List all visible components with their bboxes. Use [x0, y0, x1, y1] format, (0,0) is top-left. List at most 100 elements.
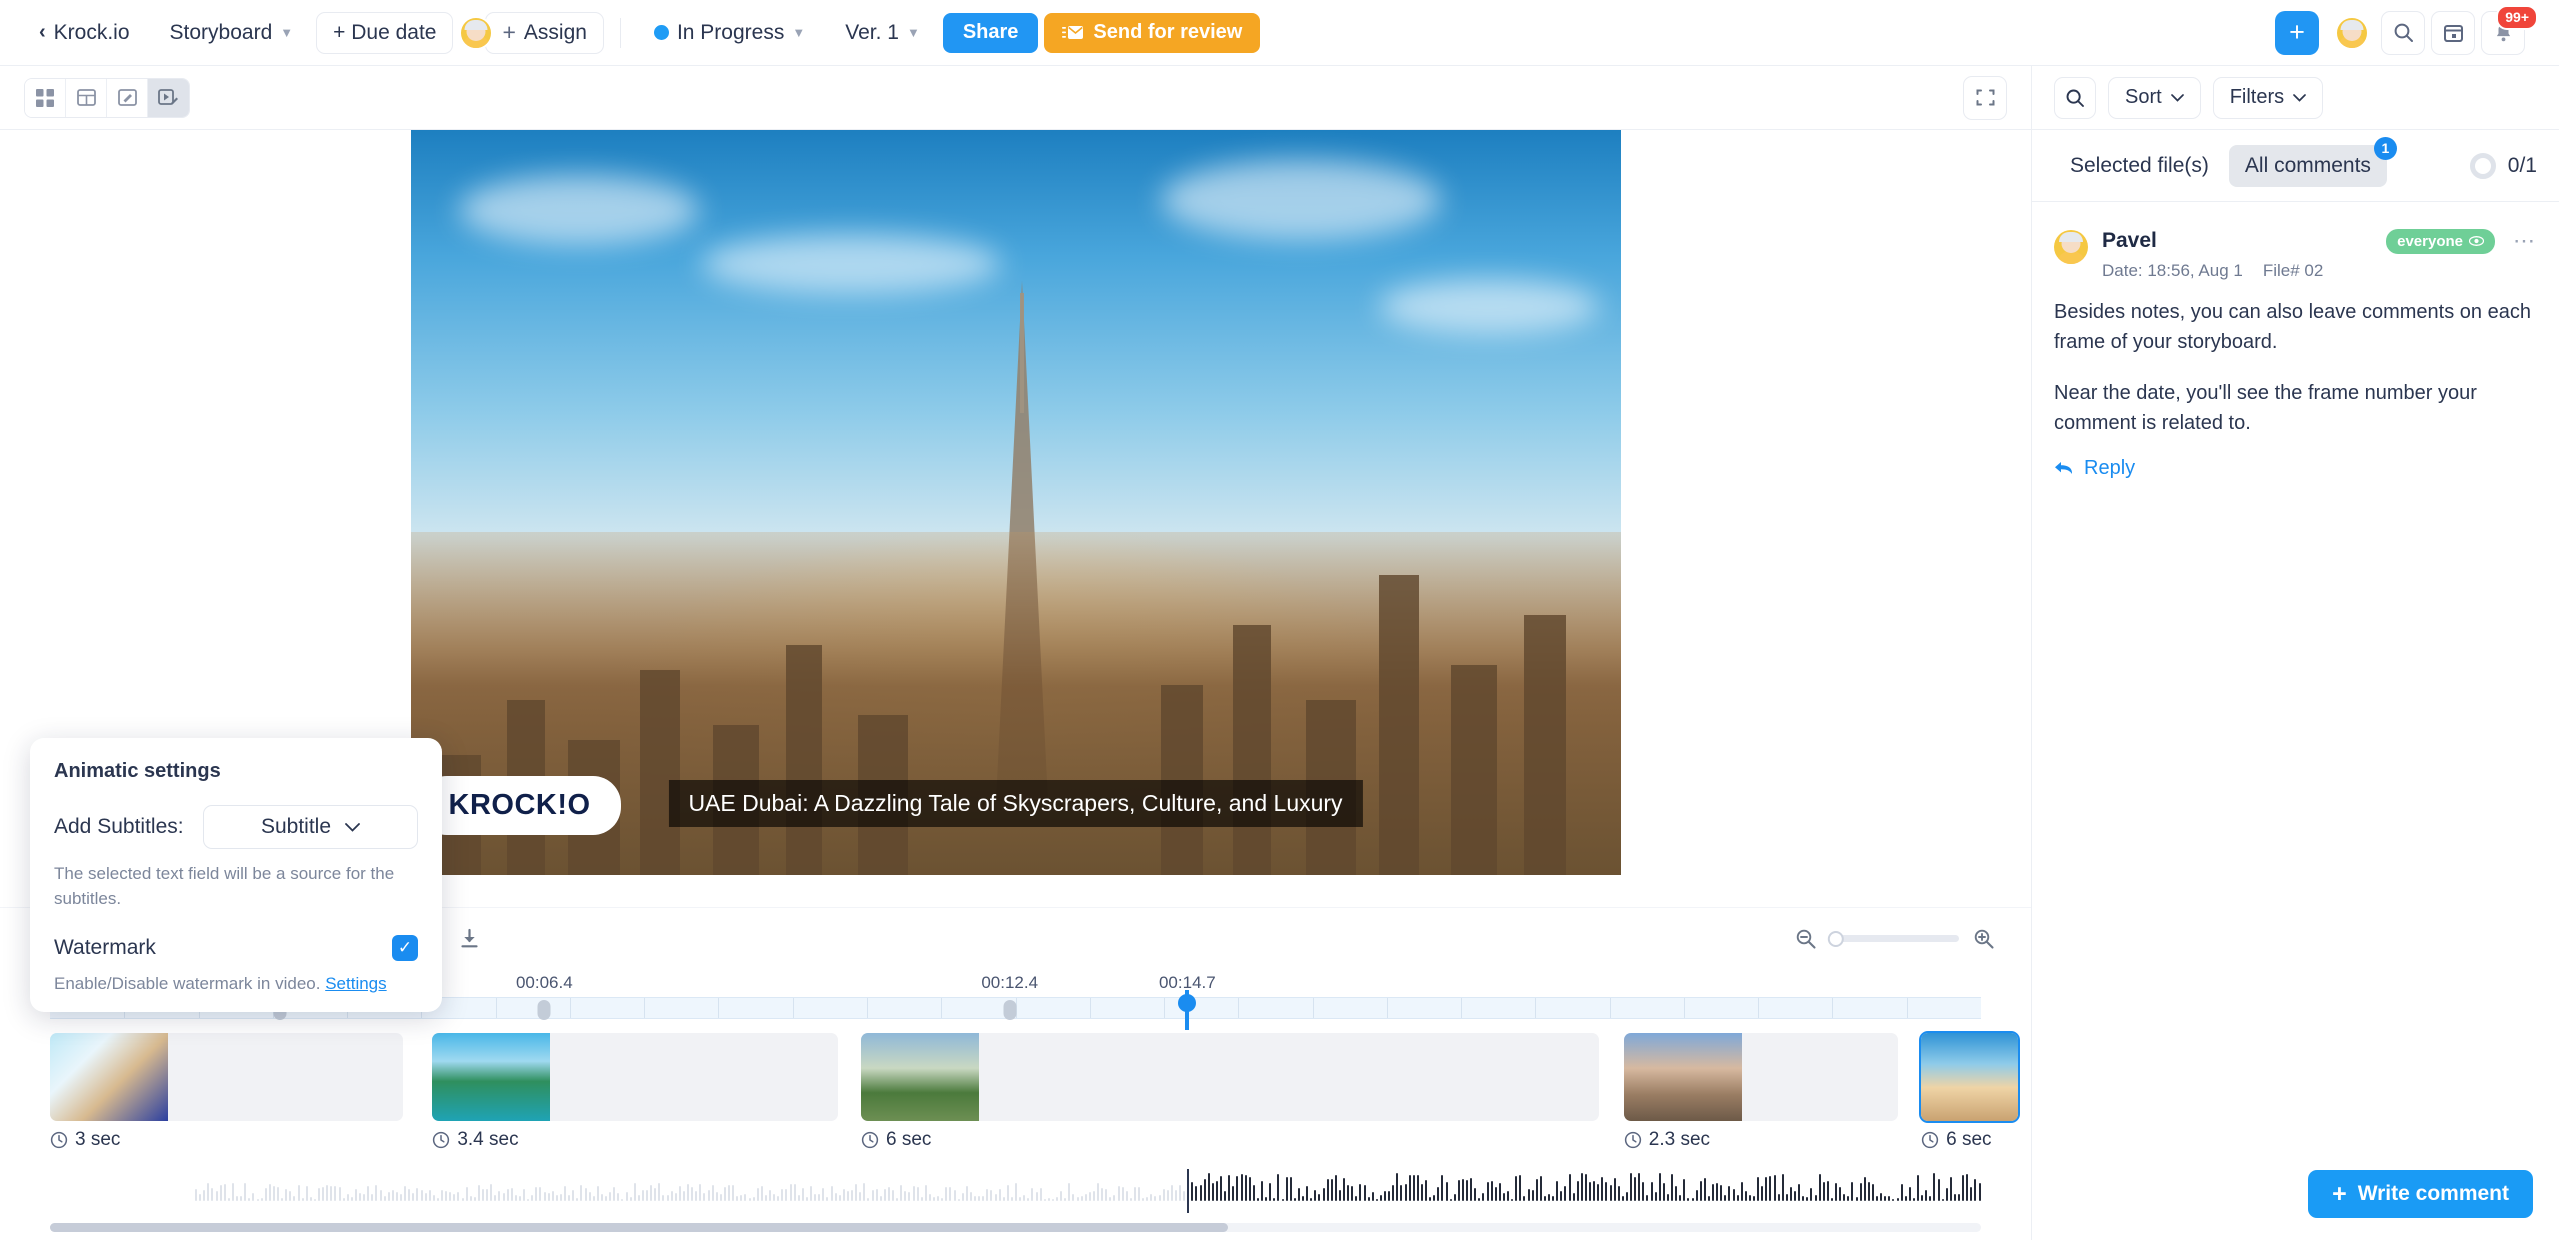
waveform-bar: [969, 1191, 972, 1201]
comment-more-menu[interactable]: ⋯: [2513, 228, 2537, 254]
version-selector[interactable]: Ver. 1 ▼: [828, 11, 937, 54]
timeline-marker[interactable]: [1003, 1000, 1017, 1020]
waveform-bar: [1748, 1195, 1751, 1201]
waveform-bar: [211, 1188, 214, 1201]
timeline-frame[interactable]: [50, 1033, 404, 1121]
waveform-playhead[interactable]: [1187, 1169, 1190, 1213]
ruler-tick: [1906, 998, 1908, 1018]
user-avatar[interactable]: [2335, 15, 2369, 50]
waveform-bar: [1121, 1187, 1124, 1201]
calendar-button[interactable]: [2431, 10, 2475, 55]
timeline-zoom-knob[interactable]: [1827, 930, 1844, 947]
waveform-bar: [1129, 1197, 1132, 1201]
timeline-scrollbar[interactable]: [50, 1223, 1981, 1232]
timeline-frame[interactable]: [861, 1033, 1599, 1121]
timeline-zoom-controls: [1795, 928, 1995, 950]
waveform-bar: [207, 1183, 210, 1201]
timeline-marker[interactable]: [537, 1000, 551, 1020]
waveform-bar: [1466, 1180, 1468, 1201]
comment-reply-button[interactable]: Reply: [2054, 457, 2135, 480]
assignee-avatar[interactable]: [459, 15, 494, 50]
tab-selected-files[interactable]: Selected file(s): [2054, 145, 2225, 187]
comment-visibility-badge[interactable]: everyone: [2386, 228, 2495, 254]
view-edit-button[interactable]: [107, 78, 148, 117]
sort-button[interactable]: Sort: [2108, 76, 2201, 119]
waveform-bar: [596, 1185, 599, 1201]
waveform-bar: [609, 1191, 612, 1201]
waveform-bar: [1224, 1190, 1227, 1201]
due-date-button[interactable]: + Due date: [316, 11, 454, 54]
chevron-down-icon: ▼: [906, 25, 920, 40]
send-for-review-button[interactable]: Send for review: [1044, 12, 1261, 53]
tab-all-comments[interactable]: All comments 1: [2228, 136, 2397, 187]
waveform-bar: [1359, 1184, 1362, 1201]
waveform-bar: [363, 1194, 366, 1201]
assign-button[interactable]: + Assign: [485, 11, 604, 54]
back-to-krock-button[interactable]: ‹ Krock.io: [22, 11, 147, 54]
video-stage[interactable]: KROCK!O UAE Dubai: A Dazzling Tale of Sk…: [410, 130, 1621, 875]
timeline-frame[interactable]: [1919, 1031, 2020, 1123]
waveform-bar: [420, 1189, 423, 1201]
timeline-scrollbar-thumb[interactable]: [50, 1223, 1228, 1232]
resolve-ring-icon[interactable]: [2469, 152, 2496, 179]
waveform-bar: [1863, 1176, 1866, 1201]
grid-icon: [36, 88, 54, 107]
waveform-bar: [252, 1192, 255, 1201]
waveform-bar: [1953, 1194, 1956, 1201]
waveform-bar: [1392, 1185, 1395, 1201]
fullscreen-button[interactable]: [1963, 75, 2007, 120]
waveform-bar: [1818, 1174, 1821, 1201]
timeline-frame[interactable]: [1623, 1033, 1898, 1121]
frame-thumbnail: [432, 1033, 551, 1121]
waveform-bar: [1929, 1196, 1932, 1201]
timeline-frame[interactable]: [432, 1033, 838, 1121]
waveform-bar: [203, 1190, 206, 1201]
view-grid-button[interactable]: [25, 78, 66, 117]
waveform-bar: [1687, 1197, 1690, 1201]
left-pane: KROCK!O UAE Dubai: A Dazzling Tale of Sk…: [0, 66, 2031, 1240]
waveform-bar: [236, 1195, 238, 1201]
waveform-bar: [723, 1187, 726, 1201]
zoom-out-icon[interactable]: [1795, 928, 1817, 950]
back-label: Krock.io: [53, 20, 130, 44]
animatic-play-pencil-icon: [158, 88, 179, 107]
download-button[interactable]: [459, 928, 480, 949]
global-search-button[interactable]: [2381, 10, 2425, 55]
waveform-bar: [879, 1196, 882, 1201]
status-selector[interactable]: In Progress ▼: [636, 11, 823, 54]
notifications-button[interactable]: 99+: [2481, 4, 2538, 55]
timeline-zoom-slider[interactable]: [1827, 930, 1959, 947]
create-new-button[interactable]: +: [2275, 10, 2319, 55]
waveform-bar: [518, 1195, 521, 1201]
comments-search-button[interactable]: [2054, 76, 2096, 119]
view-table-button[interactable]: [66, 78, 107, 117]
watermark-checkbox[interactable]: ✓: [392, 935, 418, 962]
waveform-bar: [1888, 1196, 1891, 1201]
zoom-in-icon[interactable]: [1973, 928, 1995, 950]
waveform-bar: [1117, 1186, 1120, 1201]
waveform-bar: [588, 1191, 591, 1201]
waveform-bar: [1400, 1185, 1403, 1201]
audio-waveform[interactable]: [50, 1169, 1981, 1217]
frame-thumbnail: [1623, 1033, 1742, 1121]
waveform-bar: [1736, 1195, 1739, 1201]
filters-button[interactable]: Filters: [2212, 76, 2324, 119]
timeline-playhead[interactable]: [1185, 990, 1190, 1030]
project-selector[interactable]: Storyboard ▼: [152, 11, 311, 54]
waveform-bar: [961, 1192, 964, 1201]
waveform-bar: [215, 1190, 218, 1201]
write-comment-button[interactable]: + Write comment: [2308, 1170, 2533, 1218]
waveform-bar: [1420, 1184, 1423, 1201]
waveform-bar: [1589, 1182, 1591, 1201]
subtitles-select[interactable]: Subtitle: [203, 805, 418, 849]
ruler-tick: [1683, 998, 1685, 1018]
waveform-bar: [1613, 1178, 1616, 1201]
waveform-bar: [1158, 1194, 1161, 1201]
watermark-settings-link[interactable]: Settings: [325, 974, 386, 993]
plus-icon: +: [2332, 1179, 2347, 1208]
waveform-bar: [477, 1185, 480, 1201]
waveform-bar: [797, 1195, 800, 1201]
view-animatic-button[interactable]: [148, 78, 189, 117]
waveform-bar: [1835, 1183, 1837, 1201]
share-button[interactable]: Share: [942, 12, 1039, 53]
